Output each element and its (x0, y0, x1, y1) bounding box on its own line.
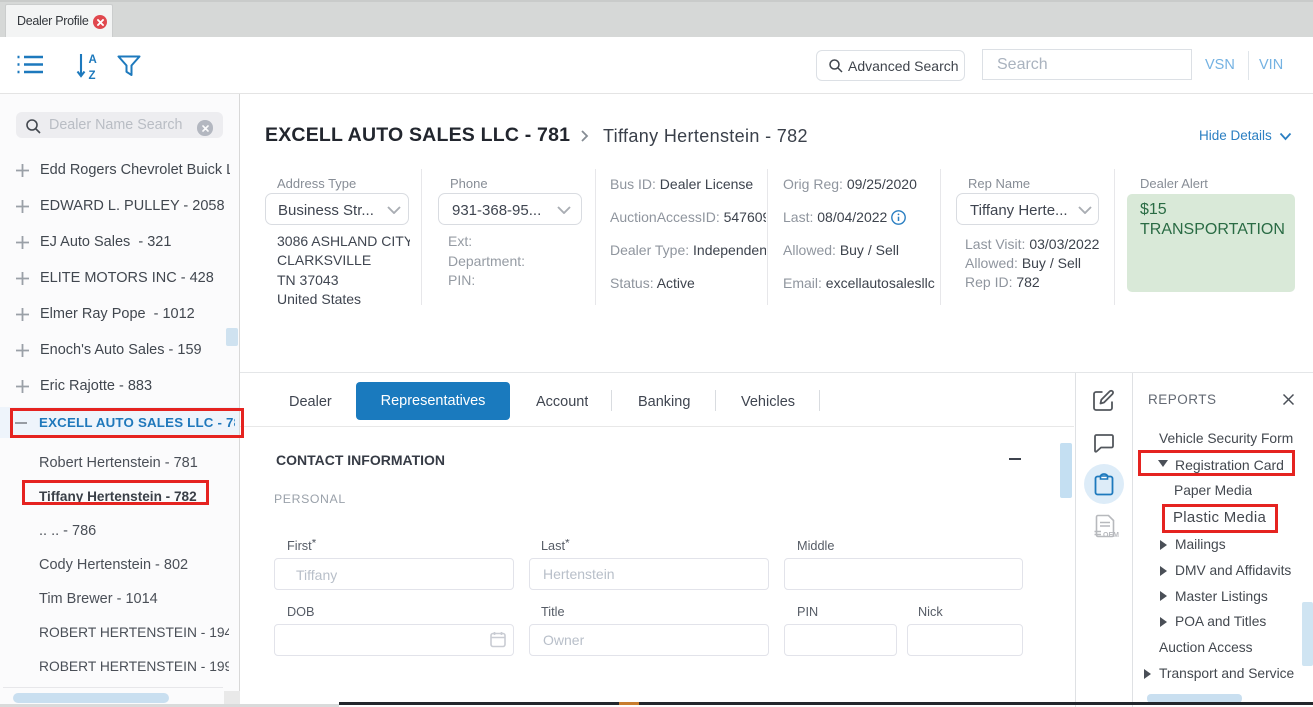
svg-text:A: A (89, 54, 97, 66)
svg-text:OEM: OEM (1103, 532, 1119, 539)
svg-text:Z: Z (89, 70, 96, 80)
